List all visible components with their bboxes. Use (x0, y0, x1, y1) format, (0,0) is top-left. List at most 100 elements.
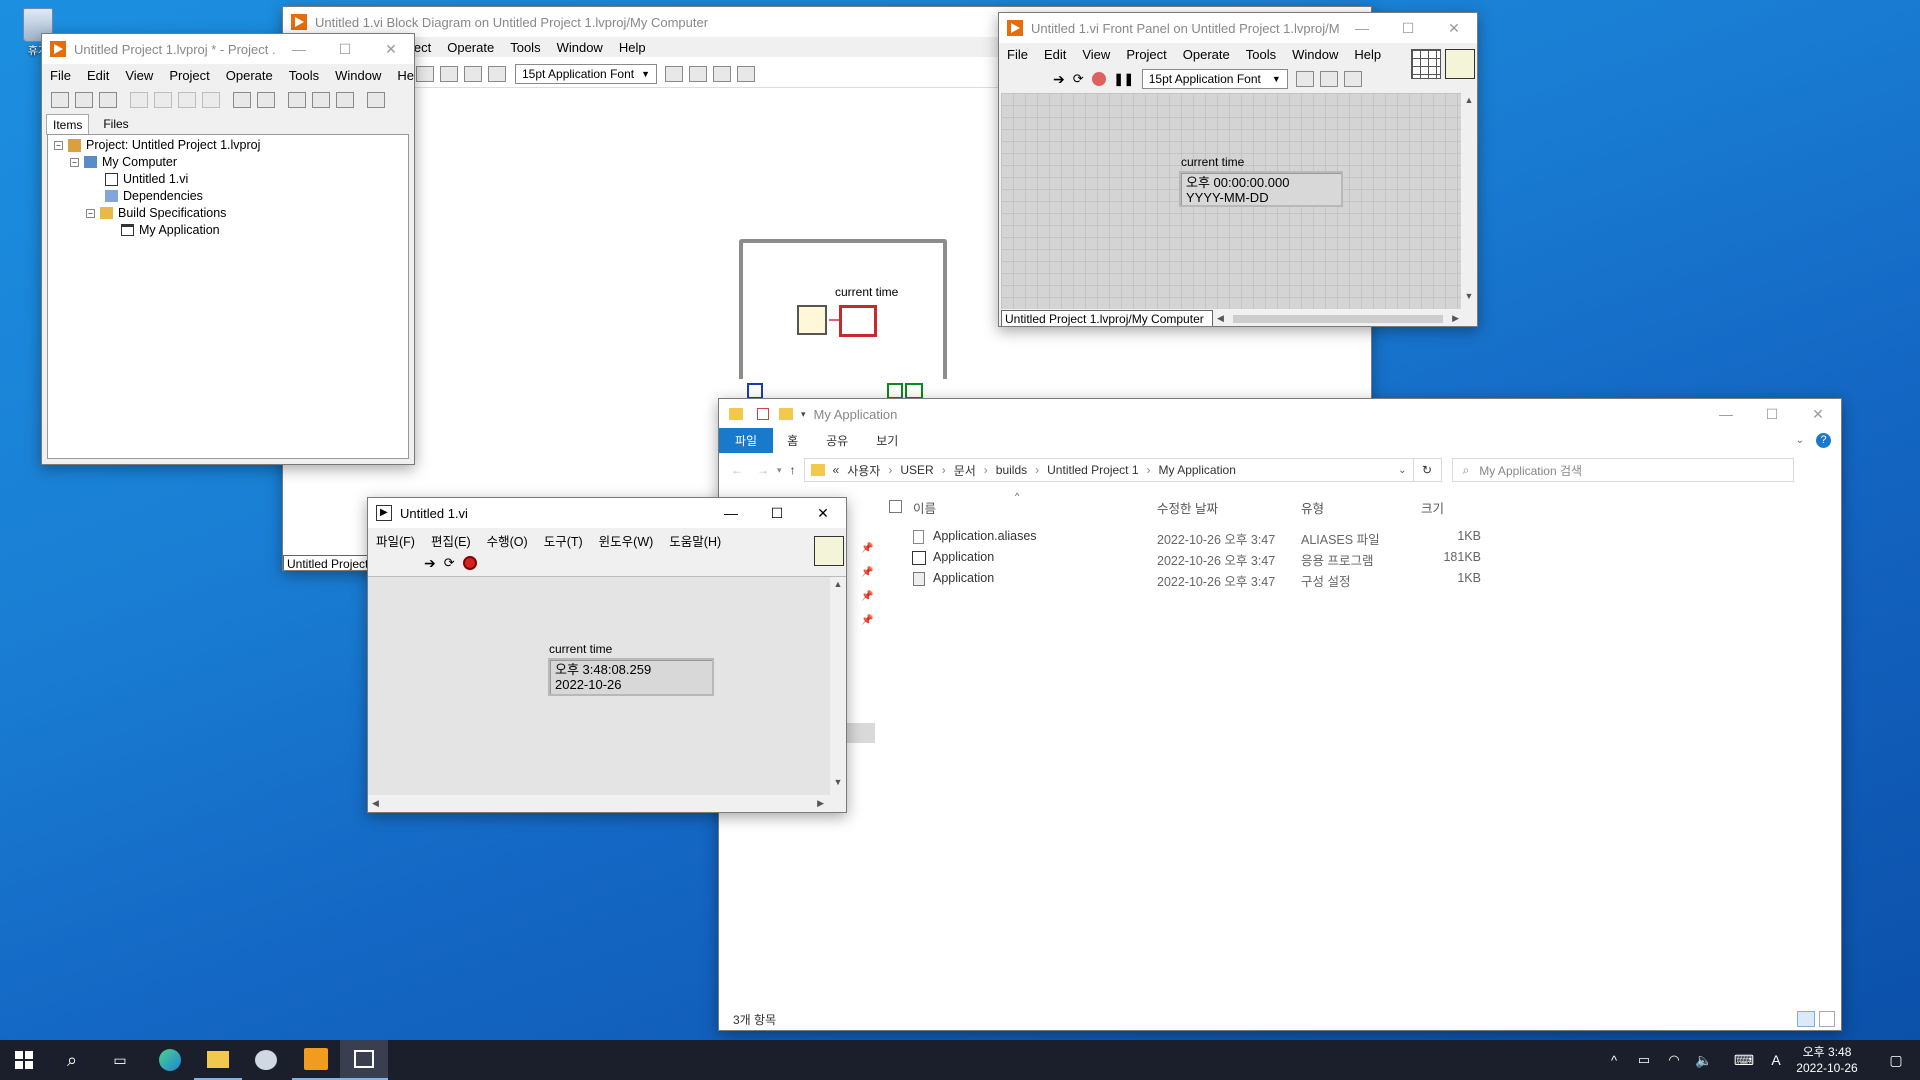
reorder-icon[interactable] (1343, 71, 1362, 87)
build-icon[interactable] (233, 92, 251, 108)
cut-icon[interactable] (130, 92, 148, 108)
nav-selected-item[interactable] (845, 723, 875, 743)
save-all-icon[interactable] (99, 92, 117, 108)
run-arrow-icon[interactable]: ➔ (1053, 71, 1065, 88)
file-explorer-window[interactable]: ▾ My Application — ☐ ✕ 파일 홈 공유 보기 ⌄ ? ← … (718, 398, 1842, 1031)
view-icon[interactable] (288, 92, 306, 108)
open-icon[interactable] (75, 92, 93, 108)
vi-icon[interactable] (814, 536, 844, 566)
menu-view[interactable]: View (117, 68, 161, 83)
new-folder-icon[interactable] (779, 408, 793, 420)
pin-icon[interactable]: 📌 (861, 615, 873, 626)
tree-item-project[interactable]: − Project: Untitled Project 1.lvproj (54, 138, 260, 152)
front-panel-titlebar[interactable]: Untitled 1.vi Front Panel on Untitled Pr… (999, 13, 1477, 43)
distribute-objects-icon[interactable] (1319, 71, 1338, 87)
menu-edit[interactable]: 편집(E) (423, 531, 479, 550)
select-all-checkbox[interactable] (889, 500, 902, 513)
notification-icon[interactable]: ▢ (1872, 1040, 1920, 1080)
breadcrumb-user[interactable]: USER (900, 463, 933, 477)
breadcrumb-my-application[interactable]: My Application (1159, 463, 1236, 477)
search-icon[interactable]: ⌕ (48, 1040, 96, 1080)
file-row[interactable]: Application.aliases 2022-10-26 오후 3:47 A… (879, 526, 1829, 547)
menu-help[interactable]: Help (611, 40, 654, 55)
breadcrumb-project[interactable]: Untitled Project 1 (1047, 463, 1138, 477)
run-continuously-icon[interactable]: ⟳ (1073, 71, 1084, 87)
step-into-icon[interactable] (464, 66, 482, 82)
step-out-icon[interactable] (488, 66, 506, 82)
menu-operate[interactable]: Operate (218, 68, 281, 83)
front-panel-window[interactable]: Untitled 1.vi Front Panel on Untitled Pr… (998, 12, 1478, 327)
column-name[interactable]: 이름 (913, 498, 936, 517)
copy-icon[interactable] (154, 92, 172, 108)
menu-file[interactable]: File (999, 47, 1036, 62)
menu-tools[interactable]: Tools (1238, 47, 1284, 62)
refresh-button[interactable]: ↻ (1413, 458, 1442, 482)
ribbon-tab-view[interactable]: 보기 (862, 432, 912, 449)
menu-project[interactable]: Project (1118, 47, 1174, 62)
dependency-icon[interactable] (312, 92, 330, 108)
distribute-objects-icon[interactable] (689, 66, 707, 82)
menu-operate[interactable]: Operate (1175, 47, 1238, 62)
abort-icon[interactable] (1091, 72, 1106, 86)
align-objects-icon[interactable] (1295, 71, 1314, 87)
ribbon-expand-icon[interactable]: ⌄ (1796, 435, 1804, 446)
retain-wire-values-icon[interactable] (440, 66, 458, 82)
tree-item-my-computer[interactable]: − My Computer (70, 155, 177, 169)
file-row[interactable]: Application 2022-10-26 오후 3:47 응용 프로그램 1… (879, 547, 1829, 568)
search-box[interactable]: ⌕ My Application 검색 (1451, 458, 1794, 482)
maximize-button[interactable]: ☐ (1749, 399, 1795, 429)
menu-file[interactable]: File (42, 68, 79, 83)
menu-window[interactable]: Window (327, 68, 389, 83)
pause-icon[interactable]: ❚❚ (1114, 72, 1134, 86)
abort-icon[interactable] (462, 556, 477, 570)
vi-icon[interactable] (1445, 49, 1475, 79)
highlight-execution-icon[interactable] (416, 66, 434, 82)
running-vi-titlebar[interactable]: ▶ Untitled 1.vi — ☐ ✕ (368, 498, 846, 528)
address-bar[interactable]: « 사용자 › USER › 문서 › builds › Untitled Projec… (803, 458, 1414, 482)
file-explorer-icon[interactable] (194, 1040, 242, 1080)
pin-icon[interactable]: 📌 (861, 543, 873, 554)
menu-help[interactable]: Help (389, 68, 414, 83)
breadcrumb-builds[interactable]: builds (996, 463, 1027, 477)
back-icon[interactable]: ← (731, 463, 743, 477)
horizontal-scrollbar[interactable]: ◀ ▶ (368, 795, 846, 812)
minimize-button[interactable]: — (1703, 399, 1749, 429)
menu-window[interactable]: 윈도우(W) (591, 531, 662, 550)
tree-item-my-application[interactable]: My Application (116, 223, 220, 237)
run-continuously-icon[interactable]: ⟳ (444, 555, 455, 571)
maximize-button[interactable]: ☐ (1385, 13, 1431, 43)
horizontal-scrollbar[interactable]: ◀ ▶ (1215, 311, 1461, 326)
breadcrumb-overflow[interactable]: « (833, 463, 840, 477)
menu-tools[interactable]: Tools (502, 40, 548, 55)
menu-edit[interactable]: Edit (79, 68, 117, 83)
connector-pane-icon[interactable] (1411, 49, 1441, 79)
menu-project[interactable]: Project (161, 68, 217, 83)
edge-icon[interactable] (146, 1040, 194, 1080)
menu-window[interactable]: Window (1284, 47, 1346, 62)
menu-tools[interactable]: Tools (281, 68, 327, 83)
maximize-button[interactable]: ☐ (322, 34, 368, 64)
run-arrow-icon[interactable]: ➔ (424, 555, 436, 572)
running-vi-window[interactable]: ▶ Untitled 1.vi — ☐ ✕ 파일(F) 편집(E) 수행(O) … (367, 497, 847, 813)
minimize-button[interactable]: — (1339, 13, 1385, 43)
menu-help[interactable]: 도움말(H) (661, 531, 729, 550)
up-icon[interactable]: ↑ (790, 463, 796, 477)
help-icon[interactable]: ? (1816, 432, 1831, 448)
tree-item-dependencies[interactable]: Dependencies (100, 189, 203, 203)
add-icon[interactable] (367, 92, 385, 108)
paste-icon[interactable] (178, 92, 196, 108)
running-vi-taskbar-icon[interactable] (340, 1040, 388, 1080)
file-row[interactable]: Application 2022-10-26 오후 3:47 구성 설정 1KB (879, 568, 1829, 589)
font-select[interactable]: 15pt Application Font ▼ (1141, 69, 1288, 89)
menu-view[interactable]: View (1074, 47, 1118, 62)
address-dropdown-icon[interactable]: ⌄ (1398, 465, 1406, 476)
minimize-button[interactable]: — (276, 34, 322, 64)
tab-items[interactable]: Items (46, 114, 90, 135)
breadcrumb-users[interactable]: 사용자 (847, 462, 880, 479)
timestamp-indicator[interactable] (839, 305, 877, 337)
font-select[interactable]: 15pt Application Font ▼ (515, 64, 657, 84)
pin-icon[interactable]: 📌 (861, 591, 873, 602)
pin-icon[interactable]: 📌 (861, 567, 873, 578)
start-windows-icon[interactable] (0, 1040, 48, 1080)
deploy-icon[interactable] (257, 92, 275, 108)
